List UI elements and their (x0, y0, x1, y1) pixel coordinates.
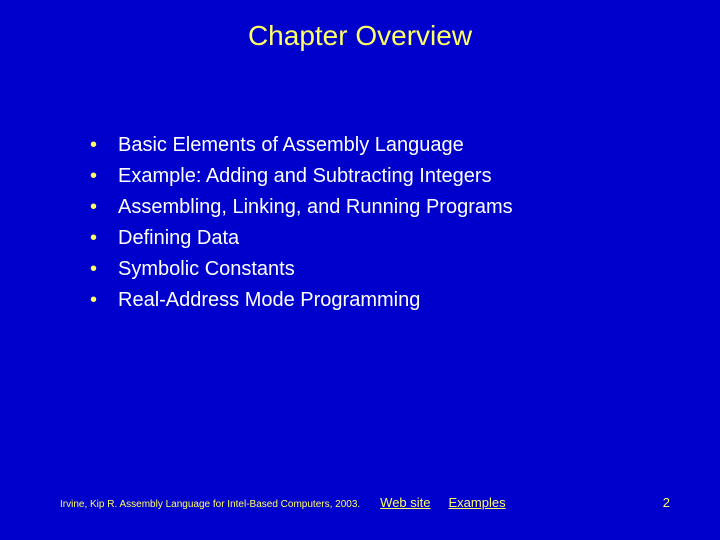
bullet-icon: • (90, 194, 118, 221)
list-item-text: Defining Data (118, 225, 239, 252)
list-item: • Defining Data (90, 225, 720, 252)
list-item: • Symbolic Constants (90, 256, 720, 283)
page-number: 2 (663, 495, 670, 510)
bullet-icon: • (90, 225, 118, 252)
footer-links: Web site Examples (380, 495, 505, 510)
list-item: • Example: Adding and Subtracting Intege… (90, 163, 720, 190)
examples-link[interactable]: Examples (449, 495, 506, 510)
footer-attribution: Irvine, Kip R. Assembly Language for Int… (60, 499, 360, 510)
bullet-icon: • (90, 256, 118, 283)
bullet-icon: • (90, 132, 118, 159)
list-item-text: Assembling, Linking, and Running Program… (118, 194, 513, 221)
bullet-icon: • (90, 287, 118, 314)
list-item-text: Basic Elements of Assembly Language (118, 132, 464, 159)
list-item-text: Real-Address Mode Programming (118, 287, 420, 314)
slide-title: Chapter Overview (0, 0, 720, 52)
slide-footer: Irvine, Kip R. Assembly Language for Int… (0, 495, 720, 510)
list-item: • Basic Elements of Assembly Language (90, 132, 720, 159)
bullet-list: • Basic Elements of Assembly Language • … (90, 132, 720, 314)
bullet-icon: • (90, 163, 118, 190)
website-link[interactable]: Web site (380, 495, 430, 510)
list-item-text: Example: Adding and Subtracting Integers (118, 163, 492, 190)
list-item: • Real-Address Mode Programming (90, 287, 720, 314)
list-item: • Assembling, Linking, and Running Progr… (90, 194, 720, 221)
list-item-text: Symbolic Constants (118, 256, 295, 283)
